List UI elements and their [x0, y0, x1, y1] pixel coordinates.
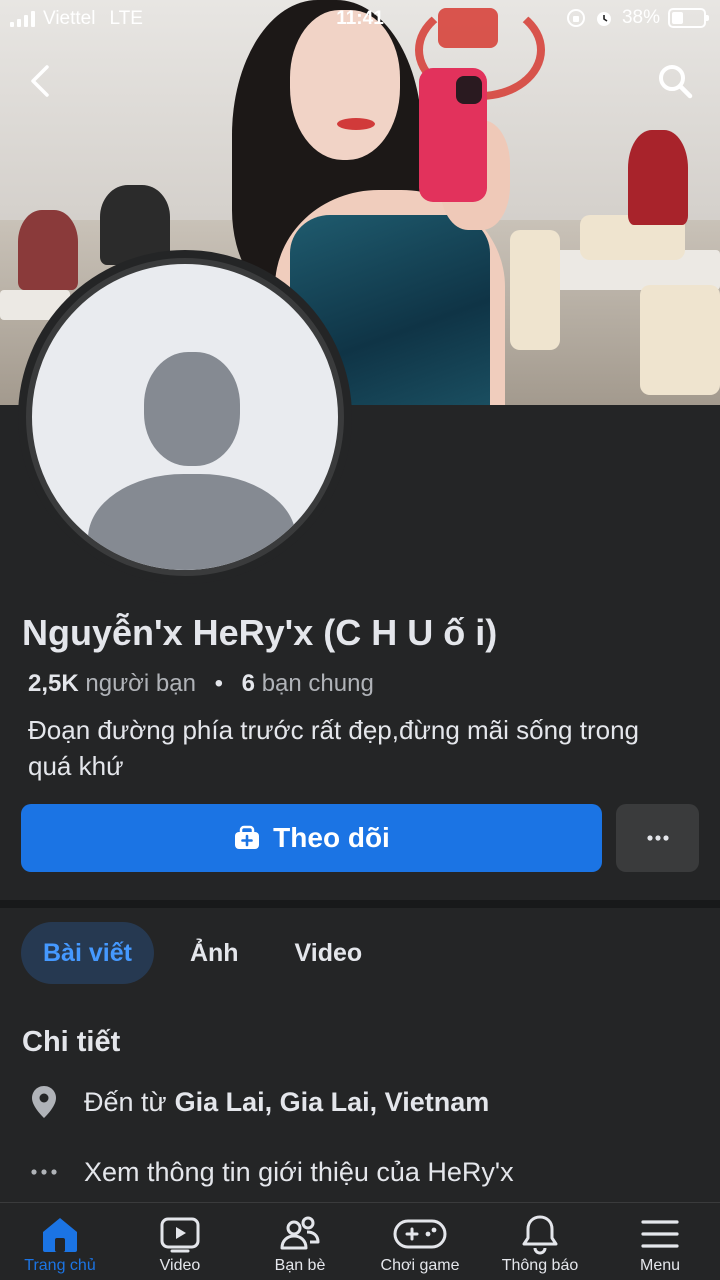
nav-menu-label: Menu: [639, 1257, 681, 1274]
chevron-left-icon: [31, 65, 49, 97]
cover-subject-phone-camera: [456, 76, 482, 104]
hometown-prefix: Đến từ: [84, 1086, 167, 1117]
ellipsis-icon: [646, 835, 669, 841]
stats-separator: •: [214, 670, 223, 697]
ellipsis-icon: [22, 1150, 66, 1194]
friends-icon: [279, 1213, 321, 1255]
orientation-lock-icon: [566, 9, 585, 27]
cover-background-person: [18, 210, 78, 290]
nav-friends-label: Bạn bè: [274, 1257, 326, 1274]
profile-tabs: Bài viết Ảnh Video: [21, 922, 384, 984]
nav-friends[interactable]: Bạn bè: [240, 1203, 360, 1280]
tab-photos[interactable]: Ảnh: [168, 922, 261, 984]
gamepad-icon: [392, 1213, 448, 1255]
nav-home-label: Trang chủ: [24, 1257, 96, 1274]
battery-fill: [672, 12, 683, 24]
more-options-button[interactable]: [616, 804, 699, 872]
section-divider: [0, 900, 720, 908]
see-about-row[interactable]: Xem thông tin giới thiệu của HeRy'x: [22, 1150, 514, 1194]
bell-icon: [519, 1213, 561, 1255]
nav-notifications[interactable]: Thông báo: [480, 1203, 600, 1280]
see-about-label: Xem thông tin giới thiệu của HeRy'x: [84, 1156, 514, 1187]
nav-notifications-label: Thông báo: [501, 1257, 579, 1274]
status-bar: Viettel LTE 11:41 38%: [0, 0, 720, 38]
profile-avatar[interactable]: [18, 250, 352, 584]
battery-percent: 38%: [621, 7, 660, 28]
nav-home[interactable]: Trang chủ: [0, 1203, 120, 1280]
bottom-navigation: Trang chủ Video Bạn bè Chơi game Thông b…: [0, 1202, 720, 1280]
search-icon: [659, 65, 693, 99]
follow-button[interactable]: Theo dõi: [21, 804, 602, 872]
details-title: Chi tiết: [22, 1026, 121, 1058]
tab-posts[interactable]: Bài viết: [21, 922, 154, 984]
cover-subject-lips: [337, 118, 375, 130]
battery-icon: [668, 8, 709, 28]
nav-gaming-label: Chơi game: [380, 1257, 460, 1274]
hometown-row: Đến từ Gia Lai, Gia Lai, Vietnam: [22, 1080, 489, 1124]
status-right: 38%: [566, 7, 709, 29]
cover-chair: [510, 230, 560, 350]
search-button[interactable]: [652, 58, 698, 104]
nav-gaming[interactable]: Chơi game: [360, 1203, 480, 1280]
back-button[interactable]: [18, 58, 64, 104]
avatar-head-silhouette: [144, 352, 240, 466]
nav-video[interactable]: Video: [120, 1203, 240, 1280]
profile-name: Nguyễn'x HeRy'x (C H U ố i): [22, 612, 498, 653]
cover-chair: [640, 285, 720, 395]
cover-background-person: [628, 130, 688, 225]
mutual-count[interactable]: 6: [242, 670, 255, 697]
follow-icon: [235, 825, 260, 849]
friends-count[interactable]: 2,5K: [28, 670, 79, 697]
mutual-label[interactable]: bạn chung: [262, 670, 374, 697]
location-pin-icon: [22, 1080, 66, 1124]
nav-video-label: Video: [159, 1257, 201, 1274]
profile-bio: Đoạn đường phía trước rất đẹp,đừng mãi s…: [28, 715, 639, 781]
home-icon: [39, 1213, 81, 1255]
avatar-placeholder: [26, 258, 344, 576]
profile-stats: 2,5K người bạn • 6 bạn chung: [28, 670, 374, 698]
video-icon: [159, 1213, 201, 1255]
alarm-icon: [596, 12, 611, 26]
tab-videos[interactable]: Video: [273, 922, 385, 984]
nav-menu[interactable]: Menu: [600, 1203, 720, 1280]
friends-label[interactable]: người bạn: [85, 670, 196, 697]
hometown-value[interactable]: Gia Lai, Gia Lai, Vietnam: [175, 1087, 490, 1118]
follow-label: Theo dõi: [273, 822, 390, 853]
menu-icon: [639, 1213, 681, 1255]
avatar-shoulders-silhouette: [88, 474, 296, 570]
